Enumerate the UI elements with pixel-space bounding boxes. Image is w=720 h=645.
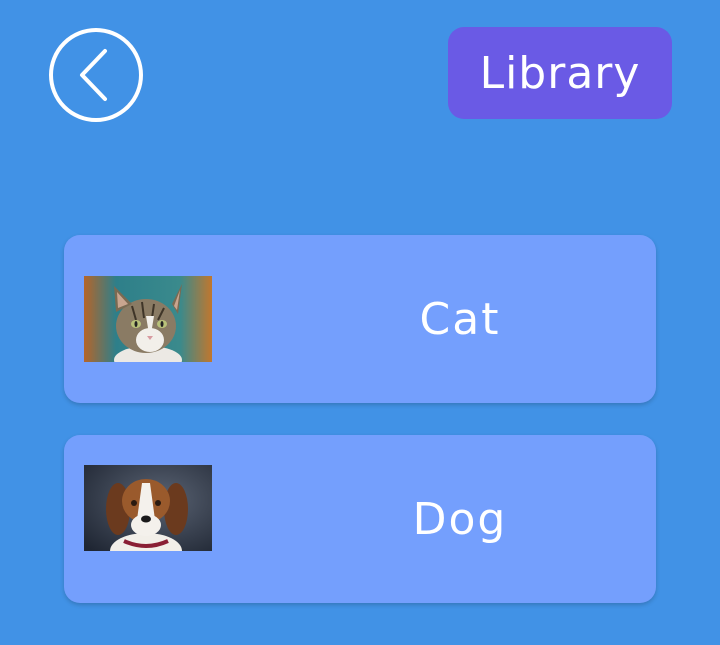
cat-photo bbox=[84, 276, 212, 362]
dog-photo bbox=[84, 465, 212, 551]
chevron-left-circle-icon bbox=[49, 28, 143, 122]
list-item-cat[interactable]: Cat bbox=[64, 235, 656, 403]
card-label-dog: Dog bbox=[412, 493, 508, 545]
library-button-label: Library bbox=[479, 47, 641, 99]
list-item-dog[interactable]: Dog bbox=[64, 435, 656, 603]
back-button[interactable] bbox=[48, 27, 144, 123]
card-label-cat: Cat bbox=[419, 293, 501, 345]
library-button[interactable]: Library bbox=[448, 27, 672, 119]
